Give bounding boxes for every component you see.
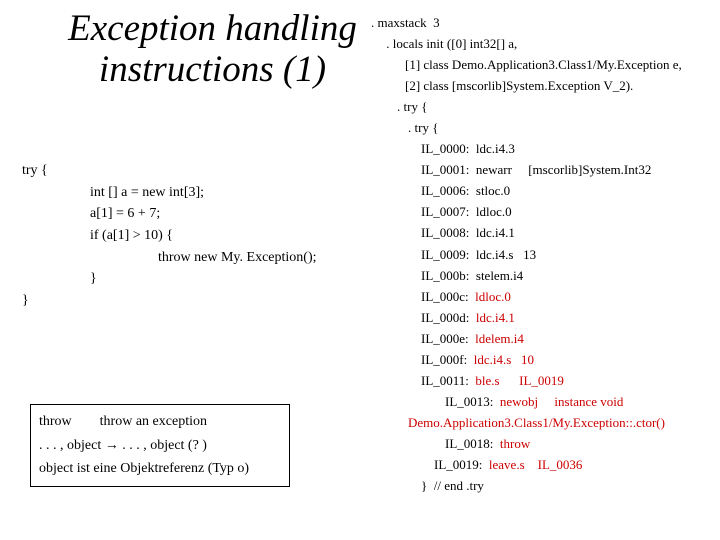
il-line: . try { [371,117,711,138]
slide-title: Exception handling instructions (1) [60,8,365,91]
code-line: a[1] = 6 + 7; [22,203,362,225]
il-line: IL_000b: stelem.i4 [371,265,711,286]
il-line: . try { [371,96,711,117]
il-line: IL_0019: leave.s IL_0036 [371,454,711,475]
code-line: if (a[1] > 10) { [22,225,362,247]
il-line: [2] class [mscorlib]System.Exception V_2… [371,75,711,96]
note-box: throw throw an exception . . . , object … [30,404,290,487]
il-line: IL_000f: ldc.i4.s 10 [371,349,711,370]
note-line: throw throw an exception [39,411,281,433]
il-line: IL_0001: newarr [mscorlib]System.Int32 [371,159,711,180]
il-line: IL_000c: ldloc.0 [371,286,711,307]
csharp-code-block: try { int [] a = new int[3]; a[1] = 6 + … [22,160,362,312]
il-line: IL_0011: ble.s IL_0019 [371,370,711,391]
il-line: } // end .try [371,475,711,496]
il-line: IL_0006: stloc.0 [371,180,711,201]
il-line: IL_000e: ldelem.i4 [371,328,711,349]
code-line: int [] a = new int[3]; [22,182,362,204]
il-line: IL_0018: throw [371,433,711,454]
il-line: IL_000d: ldc.i4.1 [371,307,711,328]
il-line: . locals init ([0] int32[] a, [371,33,711,54]
il-line: Demo.Application3.Class1/My.Exception::.… [371,412,711,433]
code-line: throw new My. Exception(); [22,247,362,269]
code-line: try { [22,160,362,182]
il-line: IL_0009: ldc.i4.s 13 [371,244,711,265]
note-line: object ist eine Objektreferenz (Typ o) [39,458,281,480]
note-line: . . . , object → . . . , object (? ) [39,433,281,457]
code-line: } [22,268,362,290]
il-line: . maxstack 3 [371,12,711,33]
il-line: IL_0000: ldc.i4.3 [371,138,711,159]
il-line: IL_0013: newobj instance void [371,391,711,412]
il-line: [1] class Demo.Application3.Class1/My.Ex… [371,54,711,75]
il-line: IL_0008: ldc.i4.1 [371,222,711,243]
il-code-block: . maxstack 3 . locals init ([0] int32[] … [371,12,711,496]
il-line: IL_0007: ldloc.0 [371,201,711,222]
code-line: } [22,290,362,312]
